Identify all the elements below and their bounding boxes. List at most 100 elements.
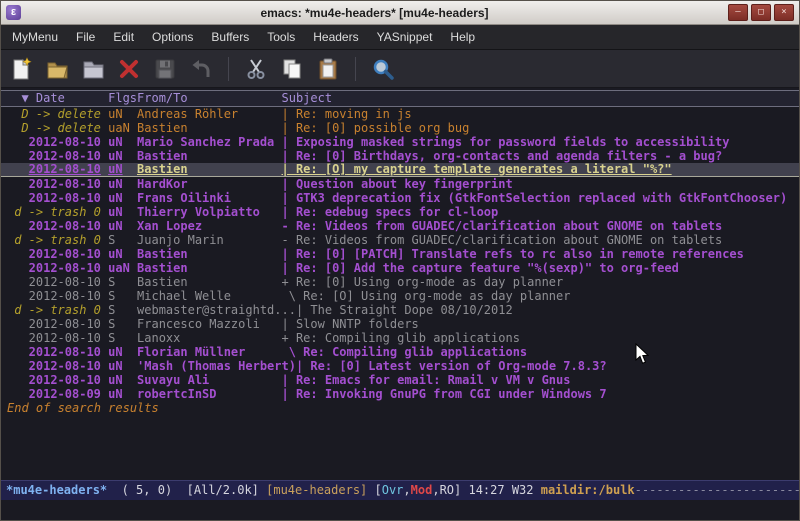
paste-icon[interactable] xyxy=(315,56,341,82)
msg-from: webmaster@straightd... xyxy=(137,303,296,317)
msg-flags: uN xyxy=(108,177,137,191)
copy-icon[interactable] xyxy=(279,56,305,82)
message-row[interactable]: 2012-08-10SMichael Welle \ Re: [O] Using… xyxy=(1,289,799,303)
msg-flags: uN xyxy=(108,205,137,219)
msg-flags: S xyxy=(108,275,137,289)
message-row[interactable]: 2012-08-10uaNBastien| Re: [0] Add the ca… xyxy=(1,261,799,275)
menu-yasnippet[interactable]: YASnippet xyxy=(368,25,442,49)
msg-from: Bastien xyxy=(137,275,281,289)
msg-date: 2012-08-10 xyxy=(7,191,101,205)
message-row[interactable]: 2012-08-10SLanoxx+ Re: Compiling glib ap… xyxy=(1,331,799,345)
emacs-window: ε emacs: *mu4e-headers* [mu4e-headers] –… xyxy=(0,0,800,521)
msg-from: Frans Oilinki xyxy=(137,191,281,205)
msg-date: d -> trash 0 xyxy=(7,233,101,247)
modeline-comma: , xyxy=(403,483,410,497)
msg-subject: | Re: [0] Birthdays, org-contacts and ag… xyxy=(282,149,723,163)
msg-date: 2012-08-10 xyxy=(7,219,101,233)
save-buffer-icon xyxy=(152,56,178,82)
maximize-button[interactable]: □ xyxy=(751,4,771,21)
msg-from: Michael Welle xyxy=(137,289,281,303)
buffer-area[interactable]: ▼ Date FlgsFrom/ToSubject D -> deleteuNAnd… xyxy=(1,88,799,480)
toolbar-separator xyxy=(228,57,229,81)
column-date[interactable]: ▼ Date xyxy=(7,91,101,106)
modeline-position: ( 5, 0) xyxy=(107,483,186,497)
kill-buffer-icon[interactable] xyxy=(116,56,142,82)
msg-subject: | Exposing masked strings for password f… xyxy=(282,135,730,149)
msg-flags: uN xyxy=(108,191,137,205)
msg-from: HardKor xyxy=(137,177,281,191)
message-row[interactable]: 2012-08-10uNMario Sanchez Prada| Exposin… xyxy=(1,135,799,149)
message-row[interactable]: 2012-08-10uNBastien| Re: [O] my capture … xyxy=(1,163,799,177)
msg-flags: uaN xyxy=(108,121,137,135)
message-row[interactable]: D -> deleteuNAndreas Röhler| Re: moving … xyxy=(1,107,799,121)
cut-icon[interactable] xyxy=(243,56,269,82)
msg-from: robertcInSD xyxy=(137,387,281,401)
msg-subject: | Re: [0] possible org bug xyxy=(282,121,470,135)
message-row[interactable]: 2012-08-10uNBastien| Re: [0] [PATCH] Tra… xyxy=(1,247,799,261)
msg-flags: uN xyxy=(108,149,137,163)
title-bar[interactable]: ε emacs: *mu4e-headers* [mu4e-headers] –… xyxy=(1,1,799,25)
msg-date: 2012-08-10 xyxy=(7,359,101,373)
msg-subject: - Re: Videos from GUADEC/clarification a… xyxy=(282,219,723,233)
msg-date: 2012-08-10 xyxy=(7,247,101,261)
msg-flags: uN xyxy=(108,135,137,149)
column-from[interactable]: From/To xyxy=(137,91,281,106)
msg-subject: | Slow NNTP folders xyxy=(282,317,419,331)
minimize-button[interactable]: – xyxy=(728,4,748,21)
menu-file[interactable]: File xyxy=(67,25,104,49)
message-row[interactable]: 2012-08-10uNHardKor| Question about key … xyxy=(1,177,799,191)
msg-from: Lanoxx xyxy=(137,331,281,345)
message-row[interactable]: 2012-08-10uNSuvayu Ali| Re: Emacs for em… xyxy=(1,373,799,387)
message-row[interactable]: 2012-08-10SBastien+ Re: [0] Using org-mo… xyxy=(1,275,799,289)
msg-from: Bastien xyxy=(137,121,281,135)
msg-date: 2012-08-10 xyxy=(7,177,101,191)
modeline-fill: ----------------------------------------… xyxy=(635,483,799,497)
open-file-icon[interactable] xyxy=(44,56,70,82)
menu-mymenu[interactable]: MyMenu xyxy=(3,25,67,49)
msg-from: Francesco Mazzoli xyxy=(137,317,281,331)
message-row[interactable]: d -> trash 0SJuanjo Marin- Re: Videos fr… xyxy=(1,233,799,247)
msg-from: Xan Lopez xyxy=(137,219,281,233)
msg-date: 2012-08-10 xyxy=(7,149,101,163)
menu-headers[interactable]: Headers xyxy=(304,25,367,49)
column-flags[interactable]: Flgs xyxy=(108,91,137,106)
msg-date: 2012-08-10 xyxy=(7,289,101,303)
message-row[interactable]: 2012-08-10uN'Mash (Thomas Herbert)| Re: … xyxy=(1,359,799,373)
msg-subject: | Re: moving in js xyxy=(282,107,412,121)
menu-help[interactable]: Help xyxy=(441,25,484,49)
menu-tools[interactable]: Tools xyxy=(258,25,304,49)
msg-subject: | GTK3 deprecation fix (GtkFontSelection… xyxy=(282,191,788,205)
directory-icon[interactable] xyxy=(80,56,106,82)
modeline-bracket-open: [ xyxy=(375,483,382,497)
message-row[interactable]: 2012-08-10 uNXan Lopez- Re: Videos from G… xyxy=(1,219,799,233)
menu-buffers[interactable]: Buffers xyxy=(202,25,258,49)
msg-flags: uN xyxy=(108,219,137,233)
menu-edit[interactable]: Edit xyxy=(104,25,143,49)
message-row[interactable]: 2012-08-10uNFlorian Müllner \ Re: Compil… xyxy=(1,345,799,359)
msg-date: 2012-08-10 xyxy=(7,261,101,275)
msg-from: Bastien xyxy=(137,247,281,261)
message-row[interactable]: 2012-08-10SFrancesco Mazzoli| Slow NNTP … xyxy=(1,317,799,331)
search-icon[interactable] xyxy=(370,56,396,82)
msg-from: Bastien xyxy=(137,163,281,176)
echo-area[interactable] xyxy=(1,500,799,520)
message-row[interactable]: d -> trash 0Swebmaster@straightd...| The… xyxy=(1,303,799,317)
column-subject[interactable]: Subject xyxy=(282,91,333,105)
menu-options[interactable]: Options xyxy=(143,25,202,49)
message-row[interactable]: d -> trash 0uNThierry Volpiatto| Re: ede… xyxy=(1,205,799,219)
msg-flags: uN xyxy=(108,359,137,373)
message-row[interactable]: 2012-08-10uNBastien| Re: [0] Birthdays, … xyxy=(1,149,799,163)
msg-date: 2012-08-10 xyxy=(7,345,101,359)
message-row[interactable]: D -> deleteuaNBastien| Re: [0] possible … xyxy=(1,121,799,135)
msg-date: D -> delete xyxy=(7,107,101,121)
msg-date: 2012-08-10 xyxy=(7,135,101,149)
close-button[interactable]: × xyxy=(774,4,794,21)
new-file-icon[interactable] xyxy=(8,56,34,82)
message-row[interactable]: 2012-08-09uNrobertcInSD| Re: Invoking Gn… xyxy=(1,387,799,401)
msg-subject: | Re: Emacs for email: Rmail v VM v Gnus xyxy=(282,373,571,387)
emacs-icon: ε xyxy=(6,5,21,20)
message-list: D -> deleteuNAndreas Röhler| Re: moving … xyxy=(1,107,799,401)
undo-icon xyxy=(188,56,214,82)
message-row[interactable]: 2012-08-10 uNFrans Oilinki| GTK3 deprecat… xyxy=(1,191,799,205)
msg-flags: S xyxy=(108,233,137,247)
